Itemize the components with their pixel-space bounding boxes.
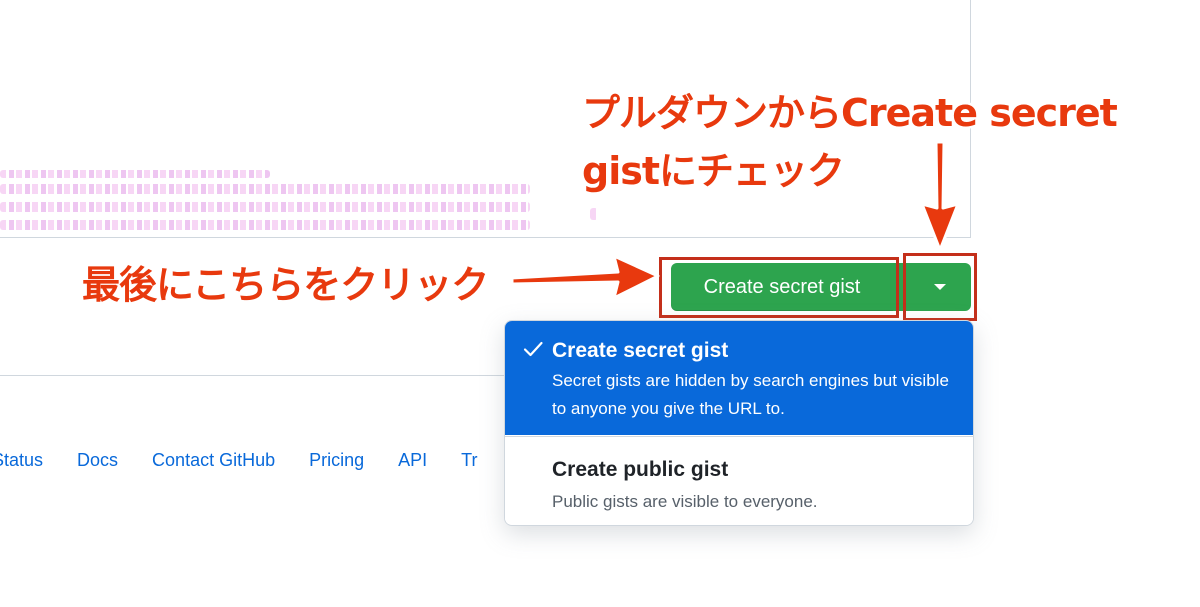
- footer-link-truncated[interactable]: Tr: [461, 450, 477, 471]
- dropdown-item-secret-gist[interactable]: Create secret gist Secret gists are hidd…: [505, 321, 973, 435]
- highlight-box-dropdown-caret: [903, 253, 977, 321]
- dropdown-item-description: Public gists are visible to everyone.: [552, 492, 818, 511]
- annotation-dropdown-hint-line1: プルダウンからCreate secret: [582, 91, 1118, 135]
- footer-link-docs[interactable]: Docs: [77, 450, 118, 471]
- highlight-box-create-button: [659, 257, 899, 318]
- dropdown-item-public-gist[interactable]: Create public gist Public gists are visi…: [505, 436, 973, 525]
- create-gist-dropdown-menu: Create secret gist Secret gists are hidd…: [504, 320, 974, 526]
- footer-link-api[interactable]: API: [398, 450, 427, 471]
- annotation-dropdown-hint-line2: gistにチェック: [582, 149, 845, 193]
- annotation-arrow-right: [510, 254, 660, 300]
- footer-links: Status Docs Contact GitHub Pricing API T…: [0, 450, 511, 471]
- editor-bottom-border: [0, 237, 971, 238]
- dropdown-item-title: Create secret gist: [552, 339, 729, 362]
- dropdown-item-title: Create public gist: [552, 458, 729, 481]
- dropdown-item-description: Secret gists are hidden by search engine…: [552, 371, 949, 418]
- annotation-arrow-down: [920, 140, 960, 252]
- footer-link-contact-github[interactable]: Contact GitHub: [152, 450, 275, 471]
- footer-link-pricing[interactable]: Pricing: [309, 450, 364, 471]
- footer-link-status[interactable]: Status: [0, 450, 43, 471]
- check-icon: [523, 341, 543, 357]
- annotation-final-click-hint: 最後にこちらをクリック: [82, 263, 489, 307]
- screenshot-stage: Status Docs Contact GitHub Pricing API T…: [0, 0, 1200, 607]
